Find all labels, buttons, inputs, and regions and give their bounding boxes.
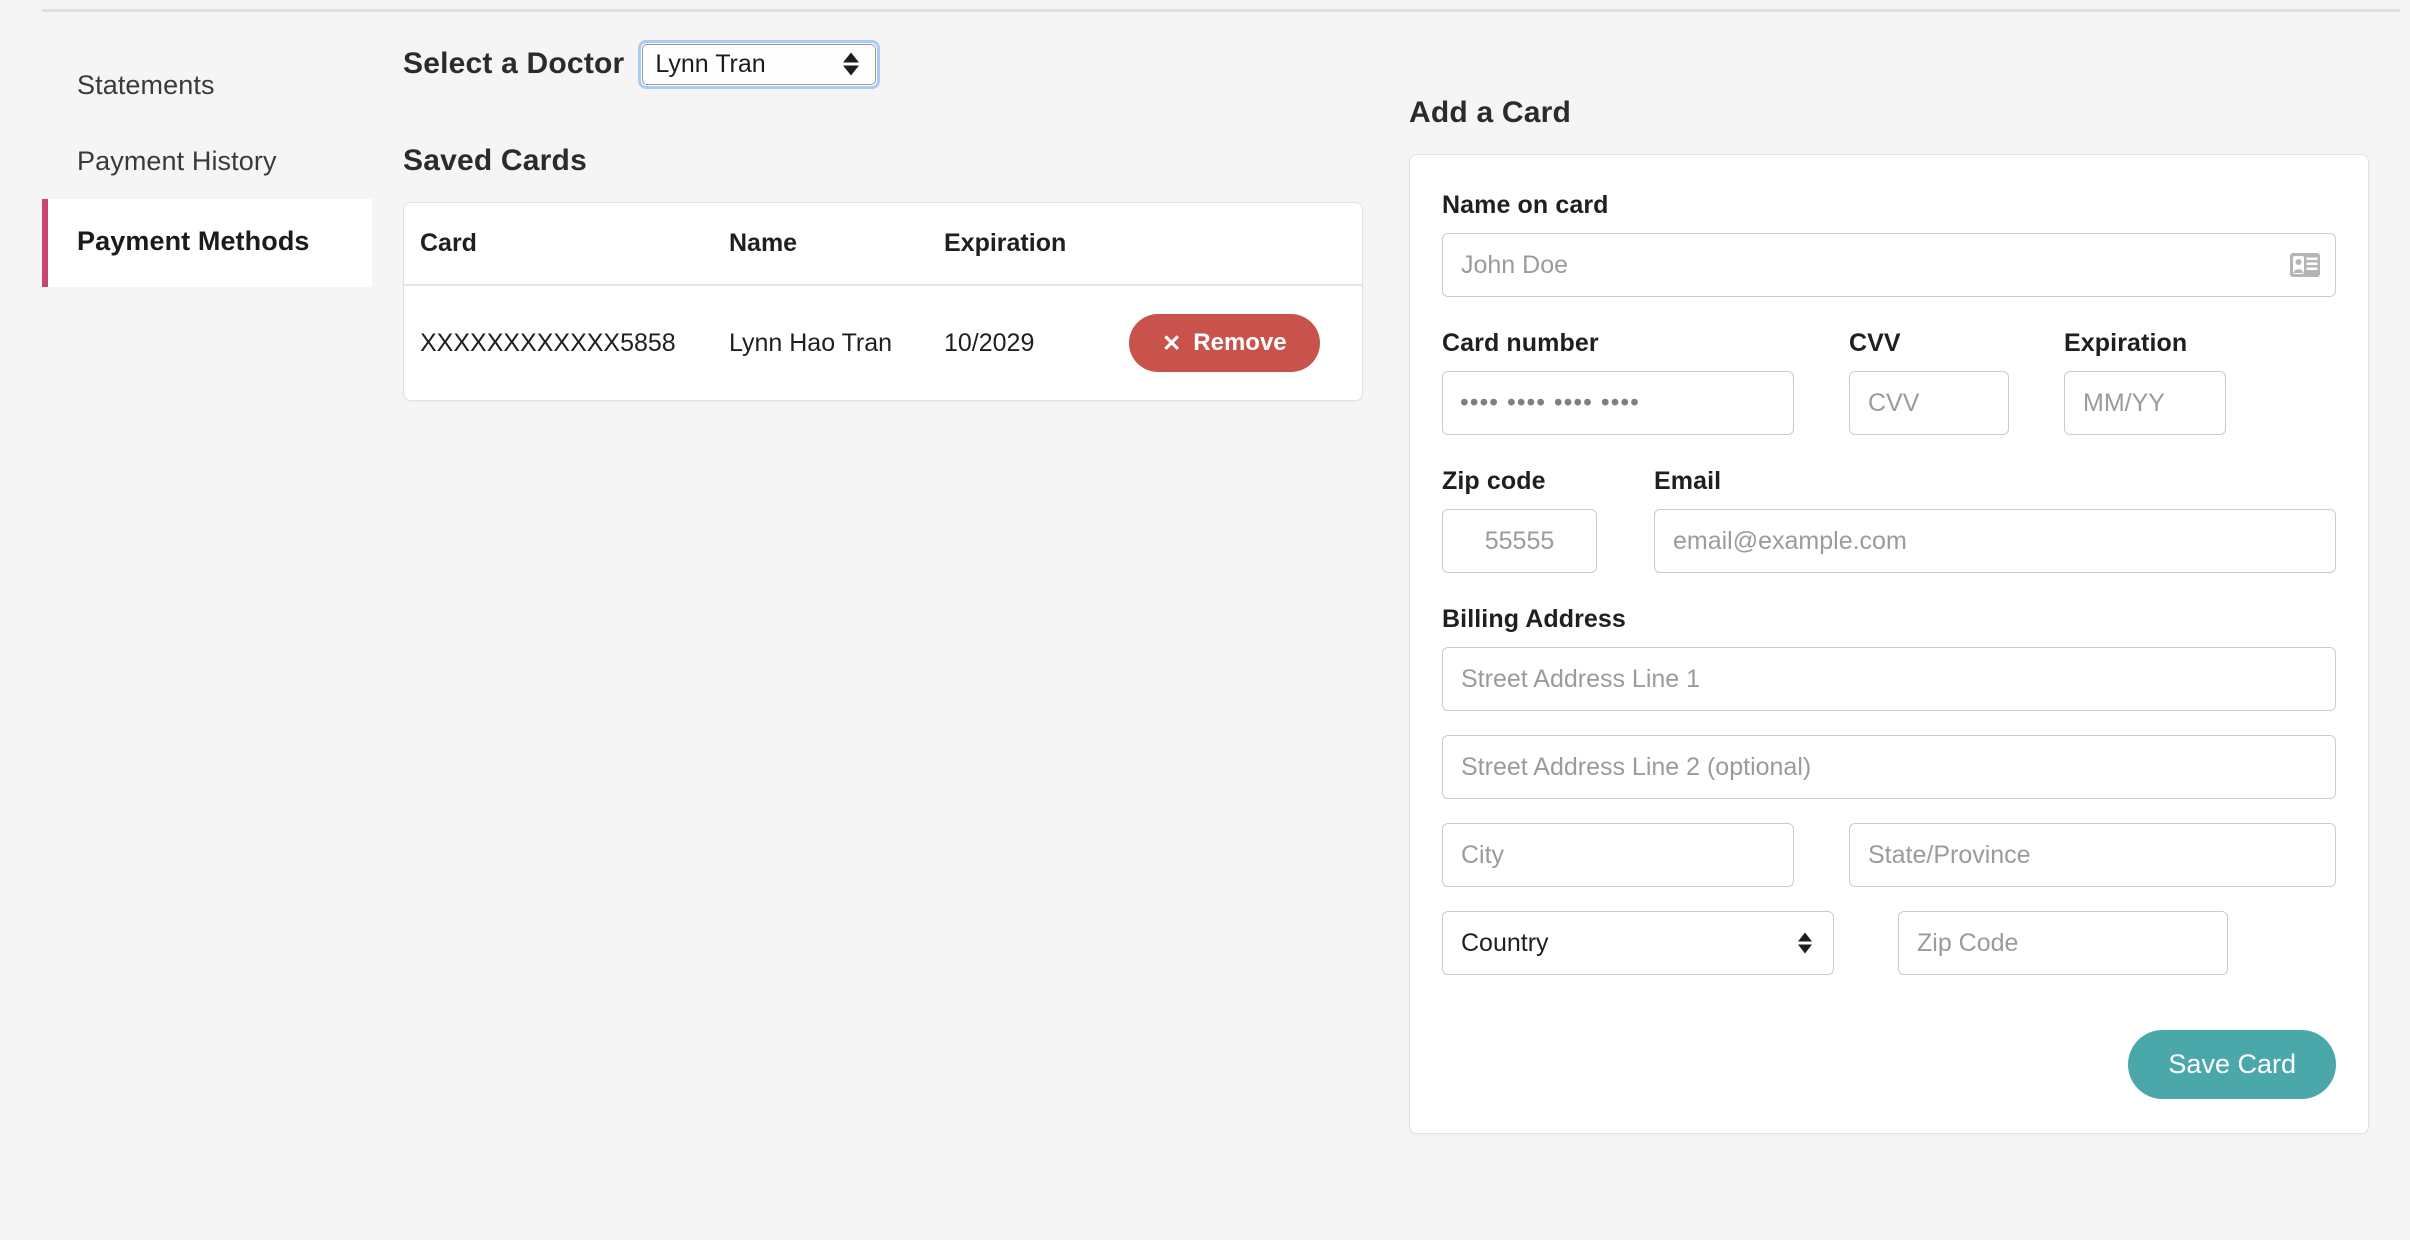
sidebar-item-payment-methods[interactable]: Payment Methods bbox=[42, 199, 372, 288]
country-select-wrapper: Country bbox=[1442, 911, 1834, 975]
add-card-title: Add a Card bbox=[1409, 96, 1572, 129]
save-card-button[interactable]: Save Card bbox=[2128, 1030, 2336, 1099]
billing-zip-wrapper bbox=[1898, 911, 2228, 975]
sidebar-item-statements[interactable]: Statements bbox=[42, 48, 372, 124]
sidebar-item-label: Payment Methods bbox=[77, 226, 310, 257]
top-divider bbox=[42, 9, 2400, 12]
column-header-name: Name bbox=[729, 203, 944, 286]
zip-code-group: Zip code bbox=[1442, 467, 1597, 573]
state-wrapper bbox=[1849, 823, 2336, 887]
add-card-panel: Name on card Card number bbox=[1409, 154, 2369, 1134]
street-address-line1-input[interactable] bbox=[1442, 647, 2336, 711]
country-select[interactable]: Country bbox=[1442, 911, 1834, 975]
name-on-card-label: Name on card bbox=[1442, 191, 1609, 219]
zip-code-label: Zip code bbox=[1442, 467, 1546, 495]
card-number-input[interactable] bbox=[1442, 371, 1794, 435]
cell-actions: ✕ Remove bbox=[1129, 285, 1362, 400]
street-address-line2-input[interactable] bbox=[1442, 735, 2336, 799]
column-header-expiration: Expiration bbox=[944, 203, 1129, 286]
saved-cards-panel: Card Name Expiration XXXXXXXXXXXX5858 Ly… bbox=[403, 202, 1363, 401]
cell-card-name: Lynn Hao Tran bbox=[729, 328, 893, 357]
billing-zip-code-input[interactable] bbox=[1898, 911, 2228, 975]
card-number-field-wrapper: •••• •••• •••• •••• bbox=[1442, 371, 1794, 435]
billing-address-group: Billing Address bbox=[1442, 605, 2336, 711]
street-line2-wrapper bbox=[1442, 735, 2336, 799]
doctor-select-wrapper: Lynn Tran bbox=[638, 39, 881, 89]
cvv-label: CVV bbox=[1849, 329, 1901, 357]
name-on-card-input[interactable] bbox=[1442, 233, 2336, 297]
remove-button-label: Remove bbox=[1193, 329, 1287, 356]
doctor-selector-row: Select a Doctor Lynn Tran bbox=[403, 39, 1363, 89]
card-details-row: Card number •••• •••• •••• •••• CVV Expi… bbox=[1442, 329, 2336, 435]
doctor-select[interactable]: Lynn Tran bbox=[642, 43, 877, 85]
doctor-selector-label: Select a Doctor bbox=[403, 47, 625, 80]
table-row: XXXXXXXXXXXX5858 Lynn Hao Tran 10/2029 ✕… bbox=[404, 285, 1362, 400]
zip-code-input[interactable] bbox=[1442, 509, 1597, 573]
cvv-group: CVV bbox=[1849, 329, 2009, 435]
email-label: Email bbox=[1654, 467, 1722, 495]
card-number-label: Card number bbox=[1442, 329, 1599, 357]
remove-card-button[interactable]: ✕ Remove bbox=[1129, 314, 1320, 372]
column-header-actions bbox=[1129, 203, 1362, 286]
save-card-row: Save Card bbox=[1442, 1030, 2336, 1099]
cell-card-expiration: 10/2029 bbox=[944, 328, 1035, 357]
cell-card-number: XXXXXXXXXXXX5858 bbox=[420, 328, 676, 357]
state-province-input[interactable] bbox=[1849, 823, 2336, 887]
left-column: Select a Doctor Lynn Tran Saved Cards Ca… bbox=[403, 39, 1363, 401]
sidebar-nav: Statements Payment History Payment Metho… bbox=[42, 48, 372, 288]
payment-methods-page: Statements Payment History Payment Metho… bbox=[0, 0, 2410, 1240]
country-zip-row: Country bbox=[1442, 911, 2336, 975]
table-head: Card Name Expiration bbox=[404, 203, 1362, 286]
zip-email-row: Zip code Email bbox=[1442, 467, 2336, 573]
email-group: Email bbox=[1654, 467, 2336, 573]
sidebar-item-label: Statements bbox=[77, 70, 215, 100]
expiration-input[interactable] bbox=[2064, 371, 2226, 435]
city-input[interactable] bbox=[1442, 823, 1794, 887]
expiration-group: Expiration bbox=[2064, 329, 2226, 435]
billing-address-label: Billing Address bbox=[1442, 605, 1626, 633]
table-body: XXXXXXXXXXXX5858 Lynn Hao Tran 10/2029 ✕… bbox=[404, 285, 1362, 400]
saved-cards-table: Card Name Expiration XXXXXXXXXXXX5858 Ly… bbox=[404, 203, 1362, 400]
right-column: Add a Card Name on card Card bbox=[1409, 40, 2369, 1134]
name-on-card-field-wrapper bbox=[1442, 233, 2336, 297]
table-header-row: Card Name Expiration bbox=[404, 203, 1362, 286]
expiration-label: Expiration bbox=[2064, 329, 2188, 357]
city-state-row bbox=[1442, 823, 2336, 887]
cvv-input[interactable] bbox=[1849, 371, 2009, 435]
column-header-card: Card bbox=[404, 203, 729, 286]
sidebar-item-label: Payment History bbox=[77, 145, 277, 176]
city-wrapper bbox=[1442, 823, 1794, 887]
card-number-group: Card number •••• •••• •••• •••• bbox=[1442, 329, 1794, 435]
close-x-icon: ✕ bbox=[1162, 329, 1182, 356]
saved-cards-title: Saved Cards bbox=[403, 144, 587, 177]
sidebar-item-payment-history[interactable]: Payment History bbox=[42, 124, 372, 200]
email-input[interactable] bbox=[1654, 509, 2336, 573]
